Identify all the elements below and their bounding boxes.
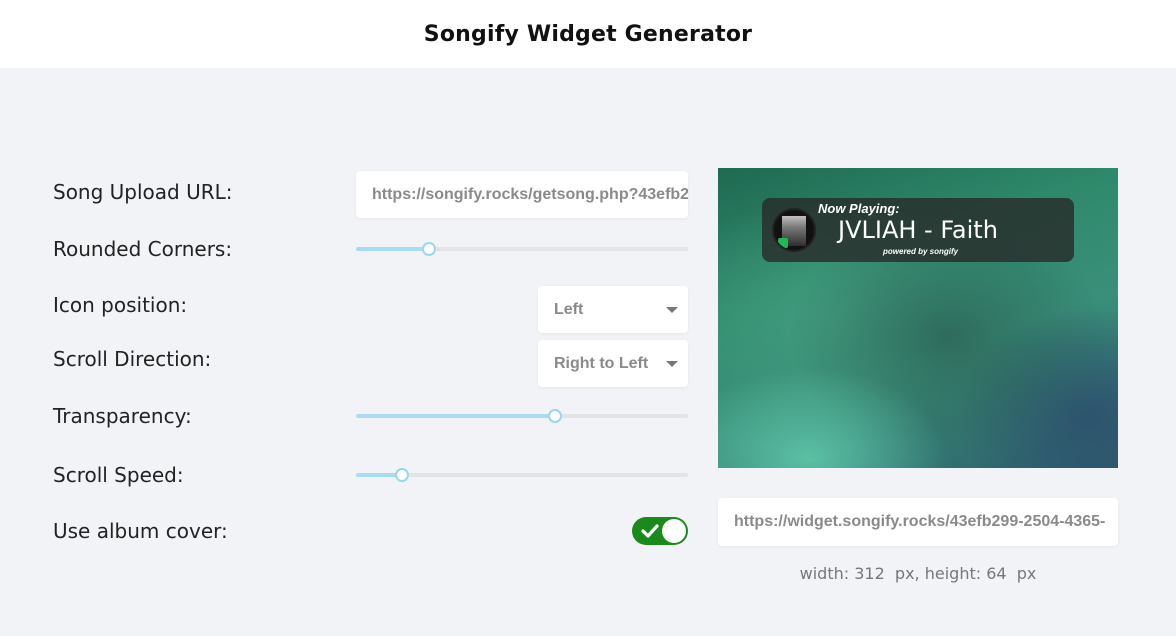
song-url-input[interactable]: https://songify.rocks/getsong.php?43efb2… xyxy=(356,171,688,218)
song-url-label: Song Upload URL: xyxy=(53,180,233,204)
transparency-thumb[interactable] xyxy=(548,409,563,423)
icon-position-label: Icon position: xyxy=(53,293,188,317)
album-cover-label: Use album cover: xyxy=(53,519,228,543)
album-cover-toggle[interactable] xyxy=(632,517,688,545)
icon-position-select[interactable]: Left xyxy=(538,286,688,333)
widget-dimensions: width: 312 px, height: 64 px xyxy=(799,564,1037,583)
powered-by-label: powered by songify xyxy=(883,247,959,256)
scroll-speed-label: Scroll Speed: xyxy=(53,463,184,487)
widget-url-value: https://widget.songify.rocks/43efb299-25… xyxy=(734,513,1106,530)
icon-position-value: Left xyxy=(554,300,584,318)
scroll-direction-select[interactable]: Right to Left xyxy=(538,340,688,387)
rounded-corners-slider[interactable] xyxy=(356,242,688,256)
toggle-knob xyxy=(662,519,686,543)
song-url-value: https://songify.rocks/getsong.php?43efb2… xyxy=(372,185,688,203)
chevron-down-icon xyxy=(666,306,678,313)
scroll-speed-slider[interactable] xyxy=(356,468,688,482)
page-title: Songify Widget Generator xyxy=(423,21,753,47)
now-playing-widget: Now Playing: JVLIAH - Faith powered by s… xyxy=(762,198,1074,262)
song-title: JVLIAH - Faith xyxy=(838,216,998,244)
widget-url-field[interactable]: https://widget.songify.rocks/43efb299-25… xyxy=(718,498,1118,546)
transparency-fill xyxy=(356,414,556,418)
scroll-direction-value: Right to Left xyxy=(554,354,649,372)
spotify-icon xyxy=(778,238,788,248)
rounded-corners-fill xyxy=(356,247,430,251)
checkmark-icon xyxy=(641,524,659,538)
widget-preview: Now Playing: JVLIAH - Faith powered by s… xyxy=(718,168,1118,468)
transparency-slider[interactable] xyxy=(356,409,688,423)
transparency-label: Transparency: xyxy=(53,404,192,428)
rounded-corners-thumb[interactable] xyxy=(422,242,437,256)
rounded-corners-label: Rounded Corners: xyxy=(53,237,233,261)
chevron-down-icon xyxy=(666,360,678,367)
now-playing-label: Now Playing: xyxy=(818,201,900,216)
header: Songify Widget Generator xyxy=(0,0,1176,68)
scroll-speed-thumb[interactable] xyxy=(395,468,410,482)
scroll-direction-label: Scroll Direction: xyxy=(53,347,212,371)
album-cover-image xyxy=(772,208,816,252)
